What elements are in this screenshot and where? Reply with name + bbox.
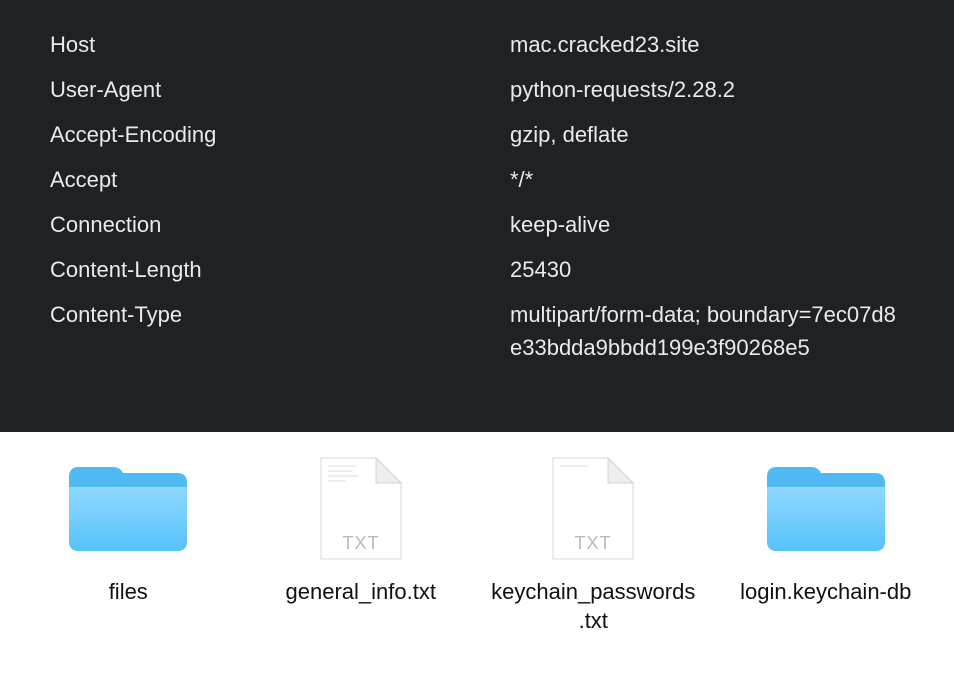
header-value: gzip, deflate [510, 118, 904, 151]
header-key: Content-Length [50, 253, 510, 286]
header-key: Content-Type [50, 298, 510, 331]
header-value: 25430 [510, 253, 904, 286]
file-item-keychain-passwords[interactable]: TXT keychain_passwords.txt [481, 454, 706, 635]
file-label: keychain_passwords.txt [488, 578, 698, 635]
header-row: User-Agent python-requests/2.28.2 [50, 73, 904, 106]
folder-icon [63, 454, 193, 564]
file-label: login.keychain-db [740, 578, 911, 607]
file-item-general-info[interactable]: TXT general_info.txt [248, 454, 473, 607]
txt-file-icon: TXT [528, 454, 658, 564]
txt-file-icon: TXT [296, 454, 426, 564]
file-label: files [109, 578, 148, 607]
header-key: User-Agent [50, 73, 510, 106]
file-label: general_info.txt [286, 578, 436, 607]
header-row: Accept */* [50, 163, 904, 196]
header-value: multipart/form-data; boundary=7ec07d8e33… [510, 298, 904, 364]
files-panel: files TXT general_info.txt [0, 432, 954, 683]
txt-badge: TXT [342, 533, 379, 553]
header-value: python-requests/2.28.2 [510, 73, 904, 106]
header-key: Host [50, 28, 510, 61]
header-key: Connection [50, 208, 510, 241]
header-key: Accept-Encoding [50, 118, 510, 151]
folder-icon [761, 454, 891, 564]
header-row: Connection keep-alive [50, 208, 904, 241]
file-item-login-keychain-db[interactable]: login.keychain-db [713, 454, 938, 607]
header-row: Content-Type multipart/form-data; bounda… [50, 298, 904, 364]
header-key: Accept [50, 163, 510, 196]
header-value: keep-alive [510, 208, 904, 241]
header-row: Accept-Encoding gzip, deflate [50, 118, 904, 151]
header-value: mac.cracked23.site [510, 28, 904, 61]
http-headers-panel: Host mac.cracked23.site User-Agent pytho… [0, 0, 954, 432]
header-row: Content-Length 25430 [50, 253, 904, 286]
file-item-files[interactable]: files [16, 454, 241, 607]
header-value: */* [510, 163, 904, 196]
txt-badge: TXT [575, 533, 612, 553]
header-row: Host mac.cracked23.site [50, 28, 904, 61]
